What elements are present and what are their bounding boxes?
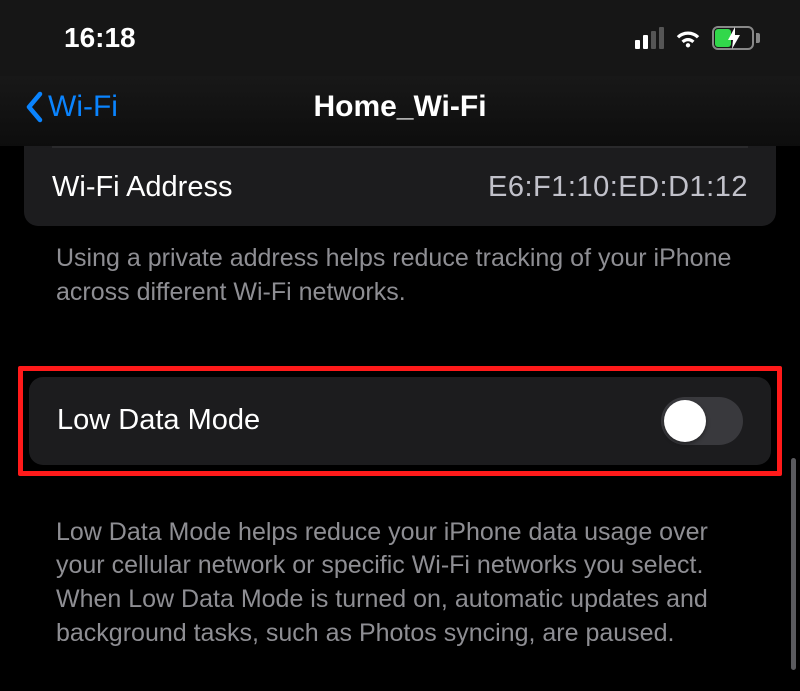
low-data-mode-group: Low Data Mode — [29, 377, 771, 465]
wifi-icon — [674, 27, 702, 49]
wifi-address-group: Wi-Fi Address E6:F1:10:ED:D1:12 — [24, 146, 776, 226]
status-bar: 16:18 — [0, 0, 800, 76]
content: Wi-Fi Address E6:F1:10:ED:D1:12 Using a … — [0, 146, 800, 651]
wifi-address-row[interactable]: Wi-Fi Address E6:F1:10:ED:D1:12 — [24, 148, 776, 226]
low-data-mode-row[interactable]: Low Data Mode — [29, 377, 771, 465]
chevron-left-icon — [24, 90, 46, 124]
low-data-mode-label: Low Data Mode — [57, 404, 260, 437]
wifi-address-label: Wi-Fi Address — [52, 171, 232, 204]
private-address-footer: Using a private address helps reduce tra… — [24, 226, 776, 310]
status-time: 16:18 — [64, 22, 136, 54]
low-data-mode-toggle[interactable] — [661, 397, 743, 445]
back-label: Wi-Fi — [48, 90, 118, 124]
navigation-bar: Wi-Fi Home_Wi-Fi — [0, 76, 800, 146]
battery-charging-icon — [712, 26, 760, 50]
back-button[interactable]: Wi-Fi — [24, 90, 118, 124]
page-title: Home_Wi-Fi — [313, 90, 486, 124]
low-data-mode-footer: Low Data Mode helps reduce your iPhone d… — [24, 500, 776, 651]
highlight-annotation: Low Data Mode — [18, 366, 782, 476]
wifi-address-value: E6:F1:10:ED:D1:12 — [488, 171, 748, 204]
status-right — [635, 26, 760, 50]
scroll-indicator[interactable] — [791, 458, 796, 670]
cellular-signal-icon — [635, 27, 664, 49]
